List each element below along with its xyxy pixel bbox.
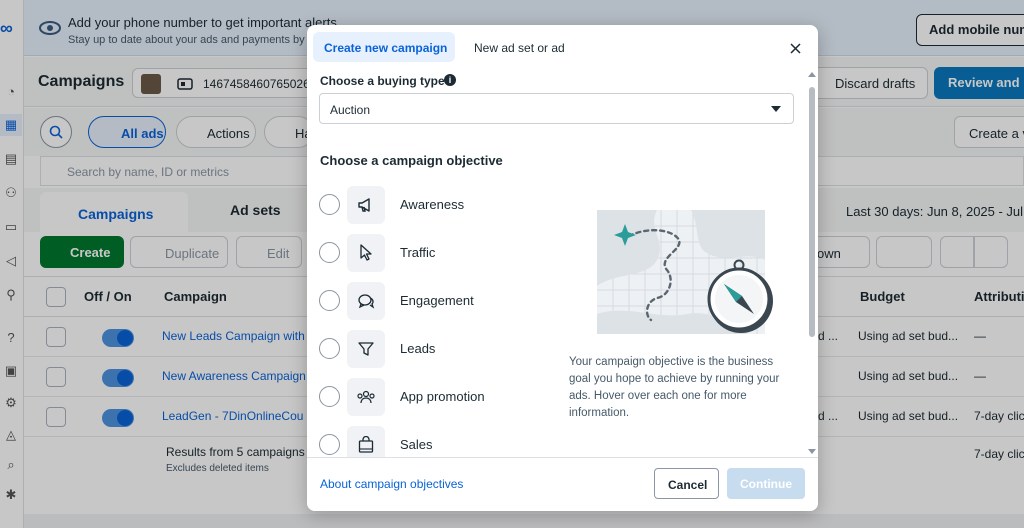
tab-new-ad-set-or-ad[interactable]: New ad set or ad bbox=[474, 41, 565, 55]
scroll-down-arrow-icon[interactable] bbox=[808, 449, 816, 454]
close-button[interactable] bbox=[785, 38, 805, 58]
objective-label-engagement: Engagement bbox=[400, 293, 474, 308]
funnel-icon bbox=[347, 330, 385, 368]
objective-option-app-promotion[interactable]: App promotion bbox=[307, 375, 557, 419]
objective-option-sales[interactable]: Sales bbox=[307, 423, 557, 457]
people-icon bbox=[347, 378, 385, 416]
objective-radio[interactable] bbox=[319, 194, 340, 215]
objective-label-traffic: Traffic bbox=[400, 245, 436, 260]
objective-option-engagement[interactable]: Engagement bbox=[307, 279, 557, 323]
objective-option-leads[interactable]: Leads bbox=[307, 327, 557, 371]
dialog-body: Choose a buying type i Auction Choose a … bbox=[307, 69, 807, 457]
objective-option-traffic[interactable]: Traffic bbox=[307, 231, 557, 275]
objective-radio[interactable] bbox=[319, 290, 340, 311]
scroll-up-arrow-icon[interactable] bbox=[808, 72, 816, 77]
close-icon bbox=[789, 42, 801, 54]
dialog-footer: About campaign objectives Cancel Continu… bbox=[307, 457, 818, 511]
objective-radio[interactable] bbox=[319, 386, 340, 407]
objective-label: Choose a campaign objective bbox=[320, 153, 503, 168]
buying-type-select[interactable]: Auction bbox=[319, 93, 794, 124]
megaphone-icon bbox=[347, 186, 385, 224]
create-campaign-dialog: Create new campaign New ad set or ad Cho… bbox=[307, 25, 818, 511]
chat-bubbles-icon bbox=[347, 282, 385, 320]
cancel-button[interactable]: Cancel bbox=[654, 468, 719, 499]
about-objectives-link[interactable]: About campaign objectives bbox=[320, 477, 463, 491]
objective-radio[interactable] bbox=[319, 242, 340, 263]
objective-label-app-promotion: App promotion bbox=[400, 389, 485, 404]
objective-label-awareness: Awareness bbox=[400, 197, 465, 212]
objective-radio[interactable] bbox=[319, 338, 340, 359]
cursor-icon bbox=[347, 234, 385, 272]
objective-label-sales: Sales bbox=[400, 437, 433, 452]
tab-create-new-campaign[interactable]: Create new campaign bbox=[313, 32, 455, 62]
shopping-bag-icon bbox=[347, 426, 385, 457]
info-icon[interactable]: i bbox=[444, 74, 456, 86]
scroll-thumb[interactable] bbox=[809, 87, 815, 337]
dialog-scrollbar[interactable] bbox=[807, 69, 817, 457]
objective-description: Your campaign objective is the business … bbox=[569, 356, 780, 419]
objective-label-leads: Leads bbox=[400, 341, 436, 356]
buying-type-value: Auction bbox=[330, 103, 371, 117]
objective-radio[interactable] bbox=[319, 434, 340, 455]
buying-type-label: Choose a buying type bbox=[320, 74, 445, 88]
continue-button[interactable]: Continue bbox=[727, 468, 805, 499]
objective-map-illustration bbox=[597, 210, 773, 334]
chevron-down-icon bbox=[771, 106, 781, 112]
objective-option-awareness[interactable]: Awareness bbox=[307, 183, 557, 227]
